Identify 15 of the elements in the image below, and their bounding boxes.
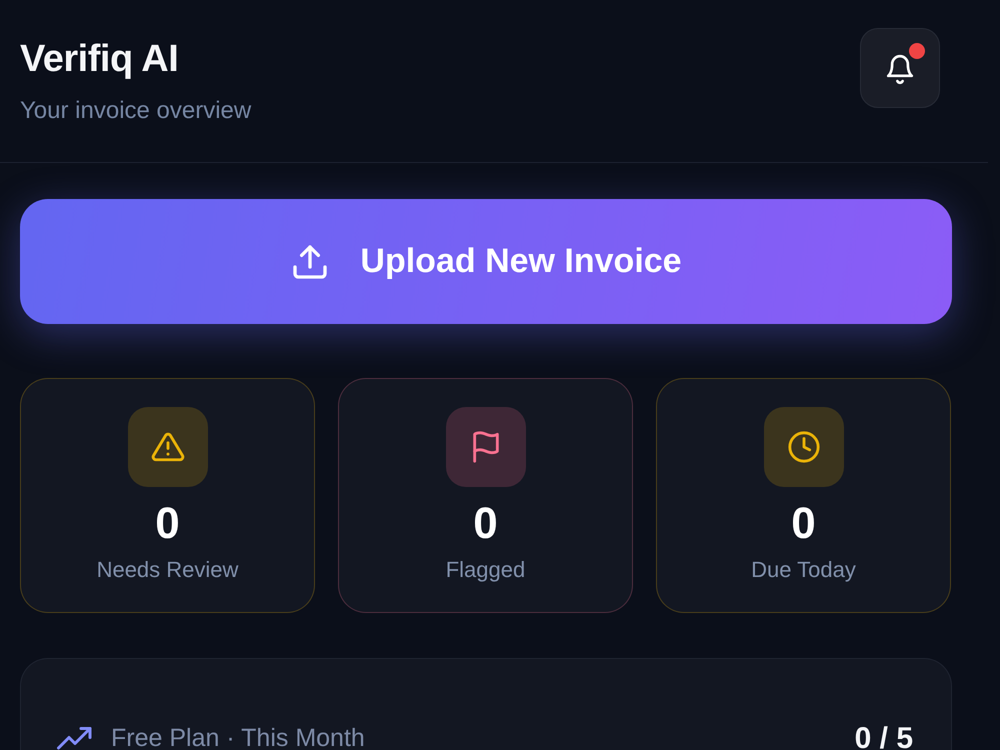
stat-value: 0 — [473, 498, 498, 550]
stat-label: Needs Review — [96, 557, 238, 583]
stat-label: Flagged — [446, 557, 526, 583]
notifications-button[interactable] — [860, 28, 940, 108]
clock-icon — [786, 430, 820, 464]
page-subtitle: Your invoice overview — [20, 97, 252, 125]
warning-icon — [150, 430, 184, 464]
plan-label: Free Plan · This Month — [111, 724, 365, 750]
stat-value: 0 — [791, 498, 816, 550]
plan-usage: 0 / 5 — [854, 722, 913, 750]
stat-value: 0 — [155, 498, 180, 550]
app-title: Verifiq AI — [20, 38, 180, 81]
stat-label: Due Today — [751, 557, 856, 583]
upload-invoice-button[interactable]: Upload New Invoice — [20, 199, 952, 324]
trend-up-icon — [57, 726, 93, 750]
